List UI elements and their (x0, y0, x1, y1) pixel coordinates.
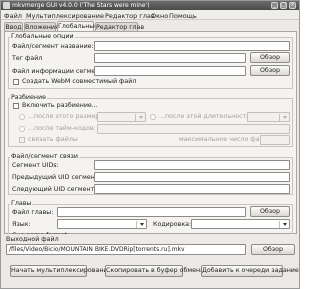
chapter-language-combo[interactable] (57, 219, 147, 229)
enable-splitting-label: Включить разбиение... (22, 102, 98, 109)
segment-filename-label: Файл/сегмент название: (12, 43, 94, 50)
tag-file-label: Тег файл (12, 55, 43, 62)
segment-uids-input[interactable] (94, 160, 290, 170)
webm-checkbox[interactable] (13, 79, 19, 85)
chapters-title: Главы (10, 200, 33, 207)
output-browse-button[interactable]: Обзор (251, 244, 295, 255)
chevron-down-icon (140, 223, 144, 226)
tag-file-input[interactable] (94, 53, 246, 63)
segment-filename-input[interactable] (94, 41, 290, 51)
segment-info-input[interactable] (94, 66, 246, 76)
split-by-timecodes-radio[interactable] (19, 126, 25, 132)
chevron-down-icon (139, 116, 143, 119)
menu-window[interactable]: Окно (151, 12, 168, 20)
enable-splitting-checkbox[interactable] (13, 103, 19, 109)
menu-muxing[interactable]: Мультиплексирование (26, 12, 104, 20)
copy-to-clipboard-button[interactable]: Скопировать в буфер обмена (105, 265, 204, 277)
close-button[interactable]: × (289, 2, 296, 9)
webm-checkbox-label: Создать WebM совместимый файл (22, 78, 137, 85)
menu-chapter-editor[interactable]: Редактор глав (105, 12, 155, 20)
splitting-title: Разбиение (10, 94, 47, 101)
window-title: mkvmerge GUI v4.0.0 ('The Stars were min… (12, 2, 150, 9)
split-size-combo[interactable] (97, 112, 146, 122)
segment-uids-label: Сегмент UIDs: (12, 162, 59, 169)
split-duration-combo[interactable] (247, 112, 290, 122)
output-file-input[interactable]: /files/Video/Bicio/MOUNTAIN BIKE.DVDRip[… (6, 244, 246, 255)
split-by-size-radio[interactable] (19, 114, 25, 120)
split-by-duration-label: ...после этой длительности: (159, 113, 253, 120)
app-icon (3, 2, 10, 9)
chapter-file-label: Файл главы: (12, 209, 54, 216)
chapter-charset-combo[interactable] (191, 219, 290, 229)
prev-uid-input[interactable] (94, 172, 290, 182)
chapter-language-label: Язык: (12, 221, 31, 228)
output-file-title: Выходной файл (6, 236, 59, 243)
minimize-button[interactable]: _ (271, 2, 278, 9)
chapter-file-input[interactable] (57, 207, 246, 217)
max-files-input[interactable] (260, 135, 290, 145)
next-uid-input[interactable] (94, 184, 290, 194)
title-bar: mkvmerge GUI v4.0.0 ('The Stars were min… (1, 1, 299, 10)
next-uid-label: Следующий UID сегмент: (12, 186, 97, 193)
cue-name-format-label: Cue name format: (12, 231, 69, 234)
prev-uid-label: Предыдущий UID сегмент: (12, 174, 101, 181)
split-timecodes-input[interactable] (97, 124, 290, 134)
chevron-down-icon (283, 116, 287, 119)
menu-bar: Файл Мультиплексирование Редактор глав О… (1, 10, 299, 20)
segment-info-browse-button[interactable]: Обзор (250, 65, 290, 76)
menu-help[interactable]: Помощь (169, 12, 197, 20)
split-by-duration-radio[interactable] (150, 114, 156, 120)
maximize-button[interactable]: □ (280, 2, 287, 9)
split-by-timecodes-label: ...после тайм-кодов: (28, 125, 96, 132)
split-by-size-label: ...после этого размера: (28, 113, 106, 120)
chapter-charset-label: Кодировка: (153, 221, 192, 228)
segment-links-title: Файл/сегмент связи (10, 153, 79, 160)
global-options-title: Глобальные опции (10, 33, 75, 40)
link-files-checkbox[interactable] (19, 137, 25, 143)
link-files-label: связать файлы (28, 136, 78, 143)
chapter-file-browse-button[interactable]: Обзор (250, 206, 290, 217)
chevron-down-icon (283, 223, 287, 226)
add-to-job-queue-button[interactable]: Добавить к очереди задание (201, 265, 299, 277)
menu-file[interactable]: Файл (4, 12, 22, 20)
app-window: mkvmerge GUI v4.0.0 ('The Stars were min… (0, 0, 300, 289)
tag-file-browse-button[interactable]: Обзор (250, 52, 290, 63)
start-muxing-button[interactable]: Начать мультиплексирование (10, 265, 111, 277)
global-options-panel: Глобальные опции Файл/сегмент название: … (4, 31, 297, 234)
